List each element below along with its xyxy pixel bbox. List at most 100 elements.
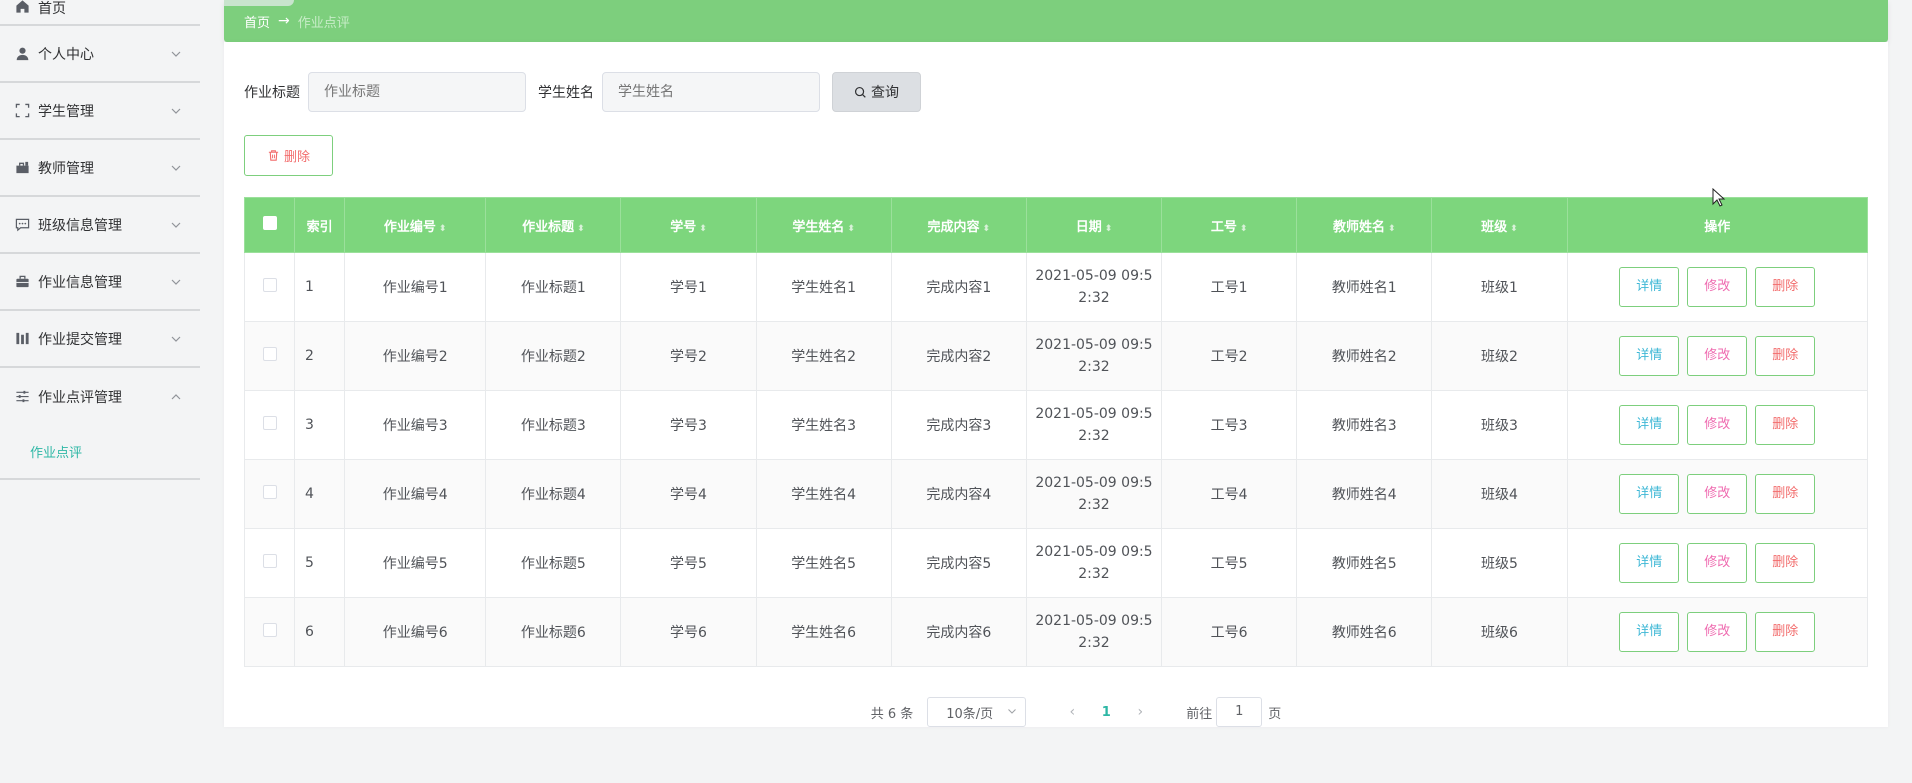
sidebar-item-personal-center[interactable]: 个人中心 [0, 26, 200, 83]
row-select-cell[interactable] [243, 252, 296, 322]
cell-content: 完成内容2 [890, 321, 1027, 391]
cell-content: 完成内容1 [890, 252, 1027, 322]
column-header[interactable]: 学号 ⬍ [620, 197, 757, 253]
delete-button[interactable]: 删除 [1755, 405, 1816, 445]
sort-icon[interactable]: ⬍ [577, 224, 585, 234]
sidebar-item-student-management[interactable]: 学生管理 [0, 83, 200, 140]
row-checkbox[interactable] [262, 416, 277, 430]
select-all-cell[interactable] [243, 197, 296, 253]
column-header-label: 作业标题 [522, 219, 575, 235]
edit-button[interactable]: 修改 [1687, 612, 1748, 652]
edit-button[interactable]: 修改 [1687, 474, 1748, 514]
prev-page-icon[interactable]: ‹ [1058, 704, 1086, 720]
column-header[interactable]: 教师姓名 ⬍ [1296, 197, 1433, 253]
sort-icon[interactable]: ⬍ [1105, 224, 1113, 234]
sort-icon[interactable]: ⬍ [699, 224, 707, 234]
edit-button[interactable]: 修改 [1687, 336, 1748, 376]
sidebar-item-teacher-management[interactable]: 教师管理 [0, 140, 200, 197]
cell-class: 班级5 [1431, 528, 1568, 598]
sidebar-subitem-label: 作业点评 [30, 446, 83, 461]
sidebar-item-home[interactable]: 首页 [0, 0, 200, 26]
column-header[interactable]: 作业编号 ⬍ [344, 197, 487, 253]
goto-suffix: 页 [1268, 706, 1282, 722]
column-header-label: 班级 [1481, 219, 1508, 235]
column-header[interactable]: 完成内容 ⬍ [890, 197, 1027, 253]
cell-student-name: 学生姓名3 [755, 390, 892, 460]
title-search-input[interactable] [308, 72, 526, 112]
delete-button[interactable]: 删除 [1755, 474, 1816, 514]
sort-icon[interactable]: ⬍ [439, 224, 447, 234]
cell-actions: 详情 修改 删除 [1566, 528, 1869, 598]
cell-teacher-name: 教师姓名4 [1296, 459, 1433, 529]
sidebar-item-homework-submission-management[interactable]: 作业提交管理 [0, 311, 200, 368]
row-checkbox[interactable] [262, 347, 277, 361]
delete-button[interactable]: 删除 [1755, 336, 1816, 376]
row-select-cell[interactable] [243, 459, 296, 529]
sort-icon[interactable]: ⬍ [1510, 224, 1518, 234]
select-all-checkbox[interactable] [262, 216, 277, 230]
cell-actions: 详情 修改 删除 [1566, 390, 1869, 460]
edit-button[interactable]: 修改 [1687, 267, 1748, 307]
goto-page-input[interactable]: 1 [1216, 697, 1263, 727]
column-header-label: 日期 [1075, 219, 1102, 235]
page-size-select[interactable]: 10条/页 [927, 697, 1027, 727]
row-checkbox[interactable] [262, 623, 277, 637]
breadcrumb-current: 作业点评 [297, 15, 350, 31]
page-size-value: 10条/页 [946, 706, 994, 722]
cell-date: 2021-05-09 09:5 2:32 [1025, 390, 1163, 460]
date-line-2: 2:32 [1078, 635, 1110, 651]
detail-button[interactable]: 详情 [1619, 336, 1680, 376]
sort-icon[interactable]: ⬍ [847, 224, 855, 234]
name-search-input[interactable] [602, 72, 820, 112]
detail-button[interactable]: 详情 [1619, 405, 1680, 445]
sort-icon[interactable]: ⬍ [983, 224, 991, 234]
column-header[interactable]: 学生姓名 ⬍ [755, 197, 892, 253]
cell-index: 1 [294, 252, 346, 322]
detail-button[interactable]: 详情 [1619, 612, 1680, 652]
cell-work-no: 工号6 [1161, 597, 1298, 667]
column-header[interactable]: 班级 ⬍ [1431, 197, 1568, 253]
sort-icon[interactable]: ⬍ [1388, 224, 1396, 234]
sidebar-item-homework-review-management[interactable]: 作业点评管理 [0, 368, 200, 425]
row-select-cell[interactable] [243, 597, 296, 667]
breadcrumb-home[interactable]: 首页 [244, 12, 270, 31]
chevron-down-icon [170, 162, 182, 174]
cell-student-no: 学号5 [620, 528, 757, 598]
goto-prefix: 前往 [1186, 706, 1213, 722]
sidebar-item-class-info-management[interactable]: 班级信息管理 [0, 197, 200, 254]
row-checkbox[interactable] [262, 554, 277, 568]
header-decoration [224, 0, 294, 6]
detail-button[interactable]: 详情 [1619, 474, 1680, 514]
detail-button[interactable]: 详情 [1619, 543, 1680, 583]
row-checkbox[interactable] [262, 485, 277, 499]
page-number-current[interactable]: 1 [1096, 705, 1116, 720]
delete-button[interactable]: 删除 [1755, 267, 1816, 307]
column-header[interactable]: 工号 ⬍ [1161, 197, 1298, 253]
row-select-cell[interactable] [243, 528, 296, 598]
sidebar-subitem-homework-review[interactable]: 作业点评 [0, 425, 200, 480]
sidebar-item-homework-info-management[interactable]: 作业信息管理 [0, 254, 200, 311]
row-select-cell[interactable] [243, 321, 296, 391]
cell-homework-no: 作业编号2 [344, 321, 487, 391]
sort-icon[interactable]: ⬍ [1240, 224, 1248, 234]
batch-delete-label: 删除 [283, 150, 310, 165]
delete-button[interactable]: 删除 [1755, 612, 1816, 652]
sidebar-item-label: 学生管理 [38, 103, 94, 120]
delete-button[interactable]: 删除 [1755, 543, 1816, 583]
column-header[interactable]: 日期 ⬍ [1025, 197, 1163, 253]
cell-date: 2021-05-09 09:5 2:32 [1025, 321, 1163, 391]
chevron-up-icon [170, 391, 182, 403]
edit-button[interactable]: 修改 [1687, 405, 1748, 445]
sidebar-item-label: 作业信息管理 [38, 274, 122, 291]
query-button[interactable]: 查询 [832, 72, 921, 112]
column-header-label: 学生姓名 [792, 219, 845, 235]
row-select-cell[interactable] [243, 390, 296, 460]
detail-button[interactable]: 详情 [1619, 267, 1680, 307]
column-header[interactable]: 作业标题 ⬍ [485, 197, 622, 253]
pagination-total: 共 6 条 [870, 706, 914, 722]
next-page-icon[interactable]: › [1126, 704, 1154, 720]
edit-button[interactable]: 修改 [1687, 543, 1748, 583]
batch-delete-button[interactable]: 删除 [244, 135, 333, 176]
row-checkbox[interactable] [262, 278, 277, 292]
column-header-label: 完成内容 [927, 219, 980, 235]
